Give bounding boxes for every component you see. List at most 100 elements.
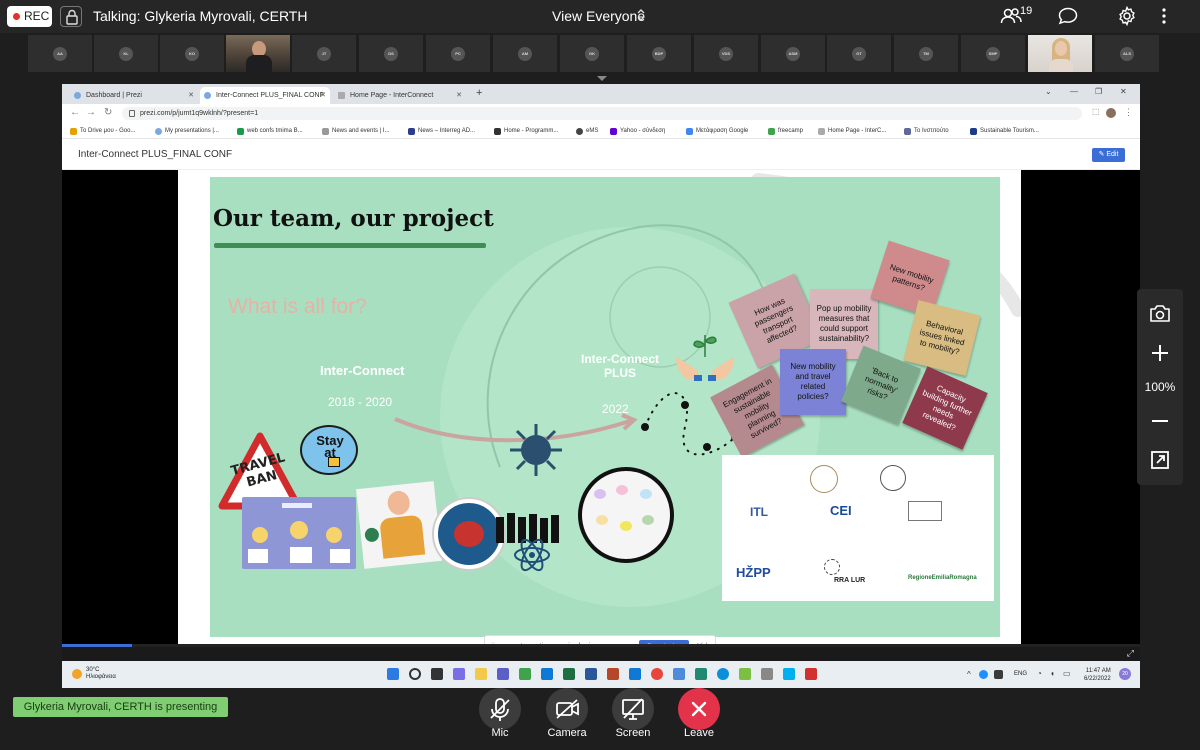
participant-thumb[interactable]: AM [493, 35, 557, 72]
snapshot-camera-icon[interactable] [1148, 302, 1172, 324]
bookmark[interactable]: News and events | I... [322, 125, 390, 137]
bookmark[interactable]: Home - Programm... [494, 125, 558, 137]
weather-widget[interactable]: 30°C Ηλιοφάνεια [86, 667, 116, 681]
participants-icon[interactable] [1000, 7, 1022, 25]
file-explorer-icon[interactable] [475, 668, 487, 680]
volume-icon[interactable]: ◖ [1050, 669, 1055, 678]
search-icon[interactable] [409, 668, 421, 680]
zoom-in-icon[interactable] [1148, 341, 1172, 365]
tray-app-icon[interactable] [994, 670, 1003, 679]
recording-badge[interactable]: REC [7, 6, 52, 27]
gear-icon[interactable] [1117, 5, 1137, 27]
mail-icon[interactable] [629, 668, 641, 680]
screen-share-button[interactable] [612, 688, 654, 730]
minimize-icon[interactable]: — [1070, 87, 1078, 96]
view-mode-selector[interactable]: View Everyone [552, 8, 645, 24]
profile-avatar[interactable] [1106, 108, 1116, 118]
participant-thumb[interactable]: ASM [761, 35, 825, 72]
excel-icon[interactable] [563, 668, 575, 680]
participant-video[interactable] [226, 35, 290, 72]
app-icon[interactable] [761, 668, 773, 680]
browser-tab[interactable]: Dashboard | Prezi ✕ [70, 87, 198, 104]
close-window-icon[interactable]: ✕ [1120, 87, 1127, 96]
app-icon[interactable] [695, 668, 707, 680]
back-icon[interactable]: ← [70, 107, 80, 118]
new-tab-icon[interactable]: + [476, 87, 482, 99]
user-avatar-icon [290, 521, 308, 539]
address-bar[interactable]: prezi.com/p/jumt1q9wklnh/?present=1 [122, 107, 1082, 120]
tab-search-icon[interactable]: ⌄ [1045, 87, 1052, 96]
notification-badge[interactable]: 20 [1119, 668, 1131, 680]
chevron-updown-icon[interactable] [636, 7, 646, 26]
chat-icon[interactable] [1058, 7, 1078, 25]
teams-icon[interactable] [497, 668, 509, 680]
close-tab-icon[interactable]: ✕ [188, 87, 194, 104]
participant-thumb[interactable]: AA [28, 35, 92, 72]
browser-tab[interactable]: Home Page - InterConnect ✕ [334, 87, 466, 104]
close-tab-icon[interactable]: ✕ [320, 87, 326, 104]
bookmark[interactable]: Το Ινστιτούτο [904, 125, 949, 137]
bookmark[interactable]: My presentations |... [155, 125, 219, 137]
bookmark[interactable]: freecamp [768, 125, 803, 137]
windows-start-icon[interactable] [387, 668, 399, 680]
skype-icon[interactable] [783, 668, 795, 680]
bookmark[interactable]: Μετάφραση Google [686, 125, 748, 137]
mic-button[interactable] [479, 688, 521, 730]
participant-thumb[interactable]: SMP [961, 35, 1025, 72]
taskbar-clock[interactable]: 11:47 AM 6/22/2022 [1084, 667, 1111, 683]
participant-thumb[interactable]: BDP [627, 35, 691, 72]
participant-thumb[interactable]: JT [292, 35, 356, 72]
zoom-out-icon[interactable] [1148, 409, 1172, 433]
lock-icon[interactable] [60, 6, 82, 27]
restore-icon[interactable]: ❐ [1095, 87, 1102, 96]
edge-icon[interactable] [717, 668, 729, 680]
collapse-thumbnails-icon[interactable] [597, 76, 607, 81]
bookmark[interactable]: To Drive μου - Goo... [70, 125, 135, 137]
tray-overflow-icon[interactable]: ^ [967, 670, 971, 679]
participant-thumb[interactable]: KL [94, 35, 158, 72]
task-view-icon[interactable] [431, 668, 443, 680]
bookmark[interactable]: Home Page - InterC... [818, 125, 886, 137]
extensions-icon[interactable]: ⬚ [1092, 107, 1100, 116]
forward-icon[interactable]: → [86, 107, 96, 118]
close-tab-icon[interactable]: ✕ [456, 87, 462, 104]
app-icon[interactable] [673, 668, 685, 680]
participant-thumb[interactable]: ALS [1095, 35, 1159, 72]
acrobat-icon[interactable] [805, 668, 817, 680]
chrome-icon[interactable] [651, 668, 663, 680]
battery-icon[interactable]: ▭ [1063, 669, 1071, 678]
app-icon[interactable] [739, 668, 751, 680]
participant-thumb[interactable]: KO [160, 35, 224, 72]
participant-video[interactable] [1028, 35, 1092, 72]
participant-thumb[interactable]: GT [827, 35, 891, 72]
widgets-icon[interactable] [453, 668, 465, 680]
slide[interactable]: Our team, our project What is all for? I… [210, 177, 1000, 637]
app-icon[interactable] [519, 668, 531, 680]
camera-button[interactable] [546, 688, 588, 730]
bookmark[interactable]: Sustainable Tourism... [970, 125, 1039, 137]
participant-thumb[interactable]: GK [560, 35, 624, 72]
participant-thumb[interactable]: PC [426, 35, 490, 72]
bookmark[interactable]: News – Interreg AD... [408, 125, 475, 137]
edit-button[interactable]: ✎ Edit [1092, 148, 1125, 162]
wifi-icon[interactable]: ◔ [1037, 669, 1042, 678]
participant-body [1049, 59, 1073, 72]
participant-thumb[interactable]: TM [894, 35, 958, 72]
onedrive-icon[interactable] [979, 670, 988, 679]
bookmark[interactable]: Yahoo - σύνδεση [610, 125, 665, 137]
outlook-icon[interactable] [541, 668, 553, 680]
more-vertical-icon[interactable] [1160, 6, 1168, 26]
reload-icon[interactable]: ↻ [104, 107, 112, 118]
browser-menu-icon[interactable]: ⋮ [1124, 107, 1133, 118]
browser-tab-active[interactable]: Inter-Connect PLUS_FINAL CONF ✕ [200, 87, 330, 104]
fullscreen-icon[interactable]: ⤢ [1127, 648, 1134, 659]
powerpoint-icon[interactable] [607, 668, 619, 680]
bookmark[interactable]: eMS [576, 125, 598, 137]
participant-thumb[interactable]: DS [359, 35, 423, 72]
participant-thumb[interactable]: VDS [694, 35, 758, 72]
language-indicator[interactable]: ENG [1014, 671, 1027, 677]
word-icon[interactable] [585, 668, 597, 680]
bookmark[interactable]: web confs tmima B... [237, 125, 303, 137]
pop-out-icon[interactable] [1148, 448, 1172, 472]
leave-button[interactable] [678, 688, 720, 730]
